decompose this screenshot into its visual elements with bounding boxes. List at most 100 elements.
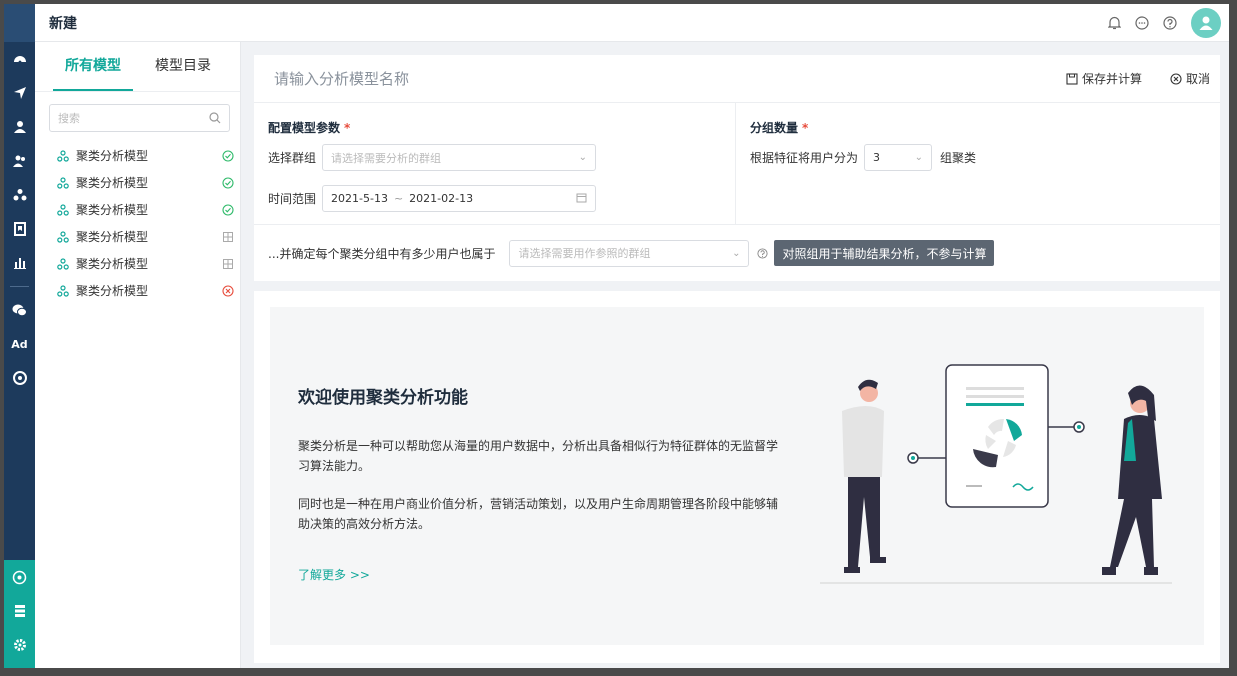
list-item-label: 聚类分析模型	[76, 149, 149, 163]
cluster-model-icon	[57, 284, 69, 297]
rail-bottom-group	[4, 560, 35, 668]
bell-icon[interactable]	[1107, 16, 1121, 30]
page-title: 新建	[49, 15, 77, 32]
check-circle-icon	[222, 176, 234, 189]
group-count-suffix: 组聚类	[940, 151, 977, 165]
group-select-placeholder: 请选择需要分析的群组	[331, 151, 442, 165]
model-header: 请输入分析模型名称 保存并计算 取消	[254, 55, 1220, 103]
cluster-nav-icon[interactable]	[4, 178, 35, 212]
sidebar-tabs: 所有模型 模型目录	[35, 42, 240, 92]
nav-rail: Ad	[4, 4, 35, 668]
welcome-panel: 欢迎使用聚类分析功能 聚类分析是一种可以帮助您从海量的用户数据中，分析出具备相似…	[270, 307, 1204, 645]
list-item-label: 聚类分析模型	[76, 284, 149, 298]
list-item[interactable]: 聚类分析模型	[35, 169, 240, 196]
tooltip: 对照组用于辅助结果分析，不参与计算	[774, 240, 995, 266]
illustration	[820, 364, 1172, 584]
wechat-icon[interactable]	[4, 293, 35, 327]
group-count-prefix: 根据特征将用户分为	[750, 151, 859, 165]
close-icon	[1170, 72, 1182, 85]
group-count-title-text: 分组数量	[750, 121, 799, 135]
rail-divider	[10, 286, 29, 287]
learn-more-link[interactable]: 了解更多 >>	[298, 566, 370, 583]
calendar-icon	[576, 192, 587, 206]
save-label: 保存并计算	[1081, 72, 1142, 86]
date-range-picker[interactable]: 2021-5-13 ~ 2021-02-13	[322, 185, 597, 212]
group-count-value: 3	[873, 151, 881, 164]
cluster-icon[interactable]	[4, 560, 35, 594]
cancel-button[interactable]: 取消	[1170, 70, 1210, 87]
list-item-label: 聚类分析模型	[76, 203, 149, 217]
help-icon[interactable]	[757, 247, 768, 259]
required-mark: *	[802, 121, 809, 135]
date-separator: ~	[393, 192, 404, 205]
list-item-label: 聚类分析模型	[76, 257, 149, 271]
time-label: 时间范围	[268, 192, 317, 206]
storage-icon[interactable]	[4, 594, 35, 628]
target-icon[interactable]	[4, 361, 35, 395]
cluster-model-icon	[57, 257, 69, 270]
params-title: 配置模型参数 *	[268, 119, 721, 136]
chat-icon[interactable]	[1135, 15, 1149, 30]
cluster-model-icon	[57, 203, 69, 216]
help-icon[interactable]	[1163, 15, 1177, 30]
cluster-model-icon	[57, 149, 69, 162]
list-item[interactable]: 聚类分析模型	[35, 196, 240, 223]
dashboard-icon[interactable]	[4, 42, 35, 76]
list-item[interactable]: 聚类分析模型	[35, 142, 240, 169]
avatar[interactable]	[1191, 7, 1221, 38]
params-title-text: 配置模型参数	[268, 121, 341, 135]
group-count-select[interactable]: 3 ⌄	[864, 144, 933, 171]
cluster-model-icon	[57, 176, 69, 189]
welcome-title: 欢迎使用聚类分析功能	[298, 388, 468, 408]
search-icon[interactable]	[209, 112, 221, 124]
group-label: 选择群组	[268, 151, 317, 165]
tab-all-models[interactable]: 所有模型	[53, 42, 133, 91]
main-content: 请输入分析模型名称 保存并计算 取消 配置模型参数 * 选择群组 请选择需要分析…	[254, 55, 1220, 663]
reference-select[interactable]: 请选择需要用作参照的群组 ⌄	[509, 239, 750, 267]
chevron-down-icon: ⌄	[914, 152, 924, 163]
list-item[interactable]: 聚类分析模型	[35, 250, 240, 277]
app-window: Ad 新建 所有模型 模型目录 搜索 聚类分析模型 聚类分析模型 聚类分析模型 …	[4, 4, 1229, 668]
welcome-paragraph-1: 聚类分析是一种可以帮助您从海量的用户数据中，分析出具备相似行为特征群体的无监督学…	[298, 439, 779, 473]
model-list: 聚类分析模型 聚类分析模型 聚类分析模型 聚类分析模型 聚类分析模型 聚类分析模…	[35, 142, 240, 304]
group-select[interactable]: 请选择需要分析的群组 ⌄	[322, 144, 597, 171]
model-sidebar: 所有模型 模型目录 聚类分析模型 聚类分析模型 聚类分析模型	[35, 42, 241, 668]
date-end: 2021-02-13	[409, 192, 474, 205]
list-item[interactable]: 聚类分析模型	[35, 223, 240, 250]
welcome-paragraph-2: 同时也是一种在用户商业价值分析，营销活动策划，以及用户生命周期管理各阶段中能够辅…	[298, 497, 779, 531]
check-circle-icon	[222, 149, 234, 162]
logo	[4, 4, 35, 42]
pending-icon	[222, 231, 234, 243]
cancel-label: 取消	[1185, 72, 1210, 86]
top-bar: 新建	[35, 4, 1229, 42]
cluster-model-icon	[57, 230, 69, 243]
date-start: 2021-5-13	[331, 192, 388, 205]
welcome-card: 欢迎使用聚类分析功能 聚类分析是一种可以帮助您从海量的用户数据中，分析出具备相似…	[254, 291, 1220, 663]
list-item-label: 聚类分析模型	[76, 176, 149, 190]
reference-label: ...并确定每个聚类分组中有多少用户也属于	[268, 246, 496, 261]
save-button[interactable]: 保存并计算	[1066, 70, 1142, 87]
chevron-down-icon: ⌄	[578, 152, 588, 163]
bookmark-icon[interactable]	[4, 212, 35, 246]
send-icon[interactable]	[4, 76, 35, 110]
pending-icon	[222, 258, 234, 270]
tab-model-catalog[interactable]: 模型目录	[143, 42, 223, 91]
error-circle-icon	[222, 284, 234, 297]
required-mark: *	[344, 121, 351, 135]
users-icon[interactable]	[4, 144, 35, 178]
model-name-input[interactable]: 请输入分析模型名称	[274, 68, 409, 89]
ad-icon[interactable]: Ad	[4, 327, 35, 361]
chevron-down-icon: ⌄	[732, 247, 741, 259]
user-icon[interactable]	[4, 110, 35, 144]
check-circle-icon	[222, 203, 234, 216]
search-input[interactable]	[58, 111, 209, 125]
settings-icon[interactable]	[4, 628, 35, 662]
group-count: 分组数量 * 根据特征将用户分为 3 ⌄ 组聚类	[736, 103, 1220, 224]
model-params: 配置模型参数 * 选择群组 请选择需要分析的群组 ⌄ 时间范围 2021-5-13…	[254, 103, 736, 224]
config-card: 请输入分析模型名称 保存并计算 取消 配置模型参数 * 选择群组 请选择需要分析…	[254, 55, 1220, 281]
list-item-label: 聚类分析模型	[76, 230, 149, 244]
list-item[interactable]: 聚类分析模型	[35, 277, 240, 304]
group-count-title: 分组数量 *	[750, 119, 1206, 136]
search-box	[49, 104, 230, 132]
bar-chart-icon[interactable]	[4, 246, 35, 280]
